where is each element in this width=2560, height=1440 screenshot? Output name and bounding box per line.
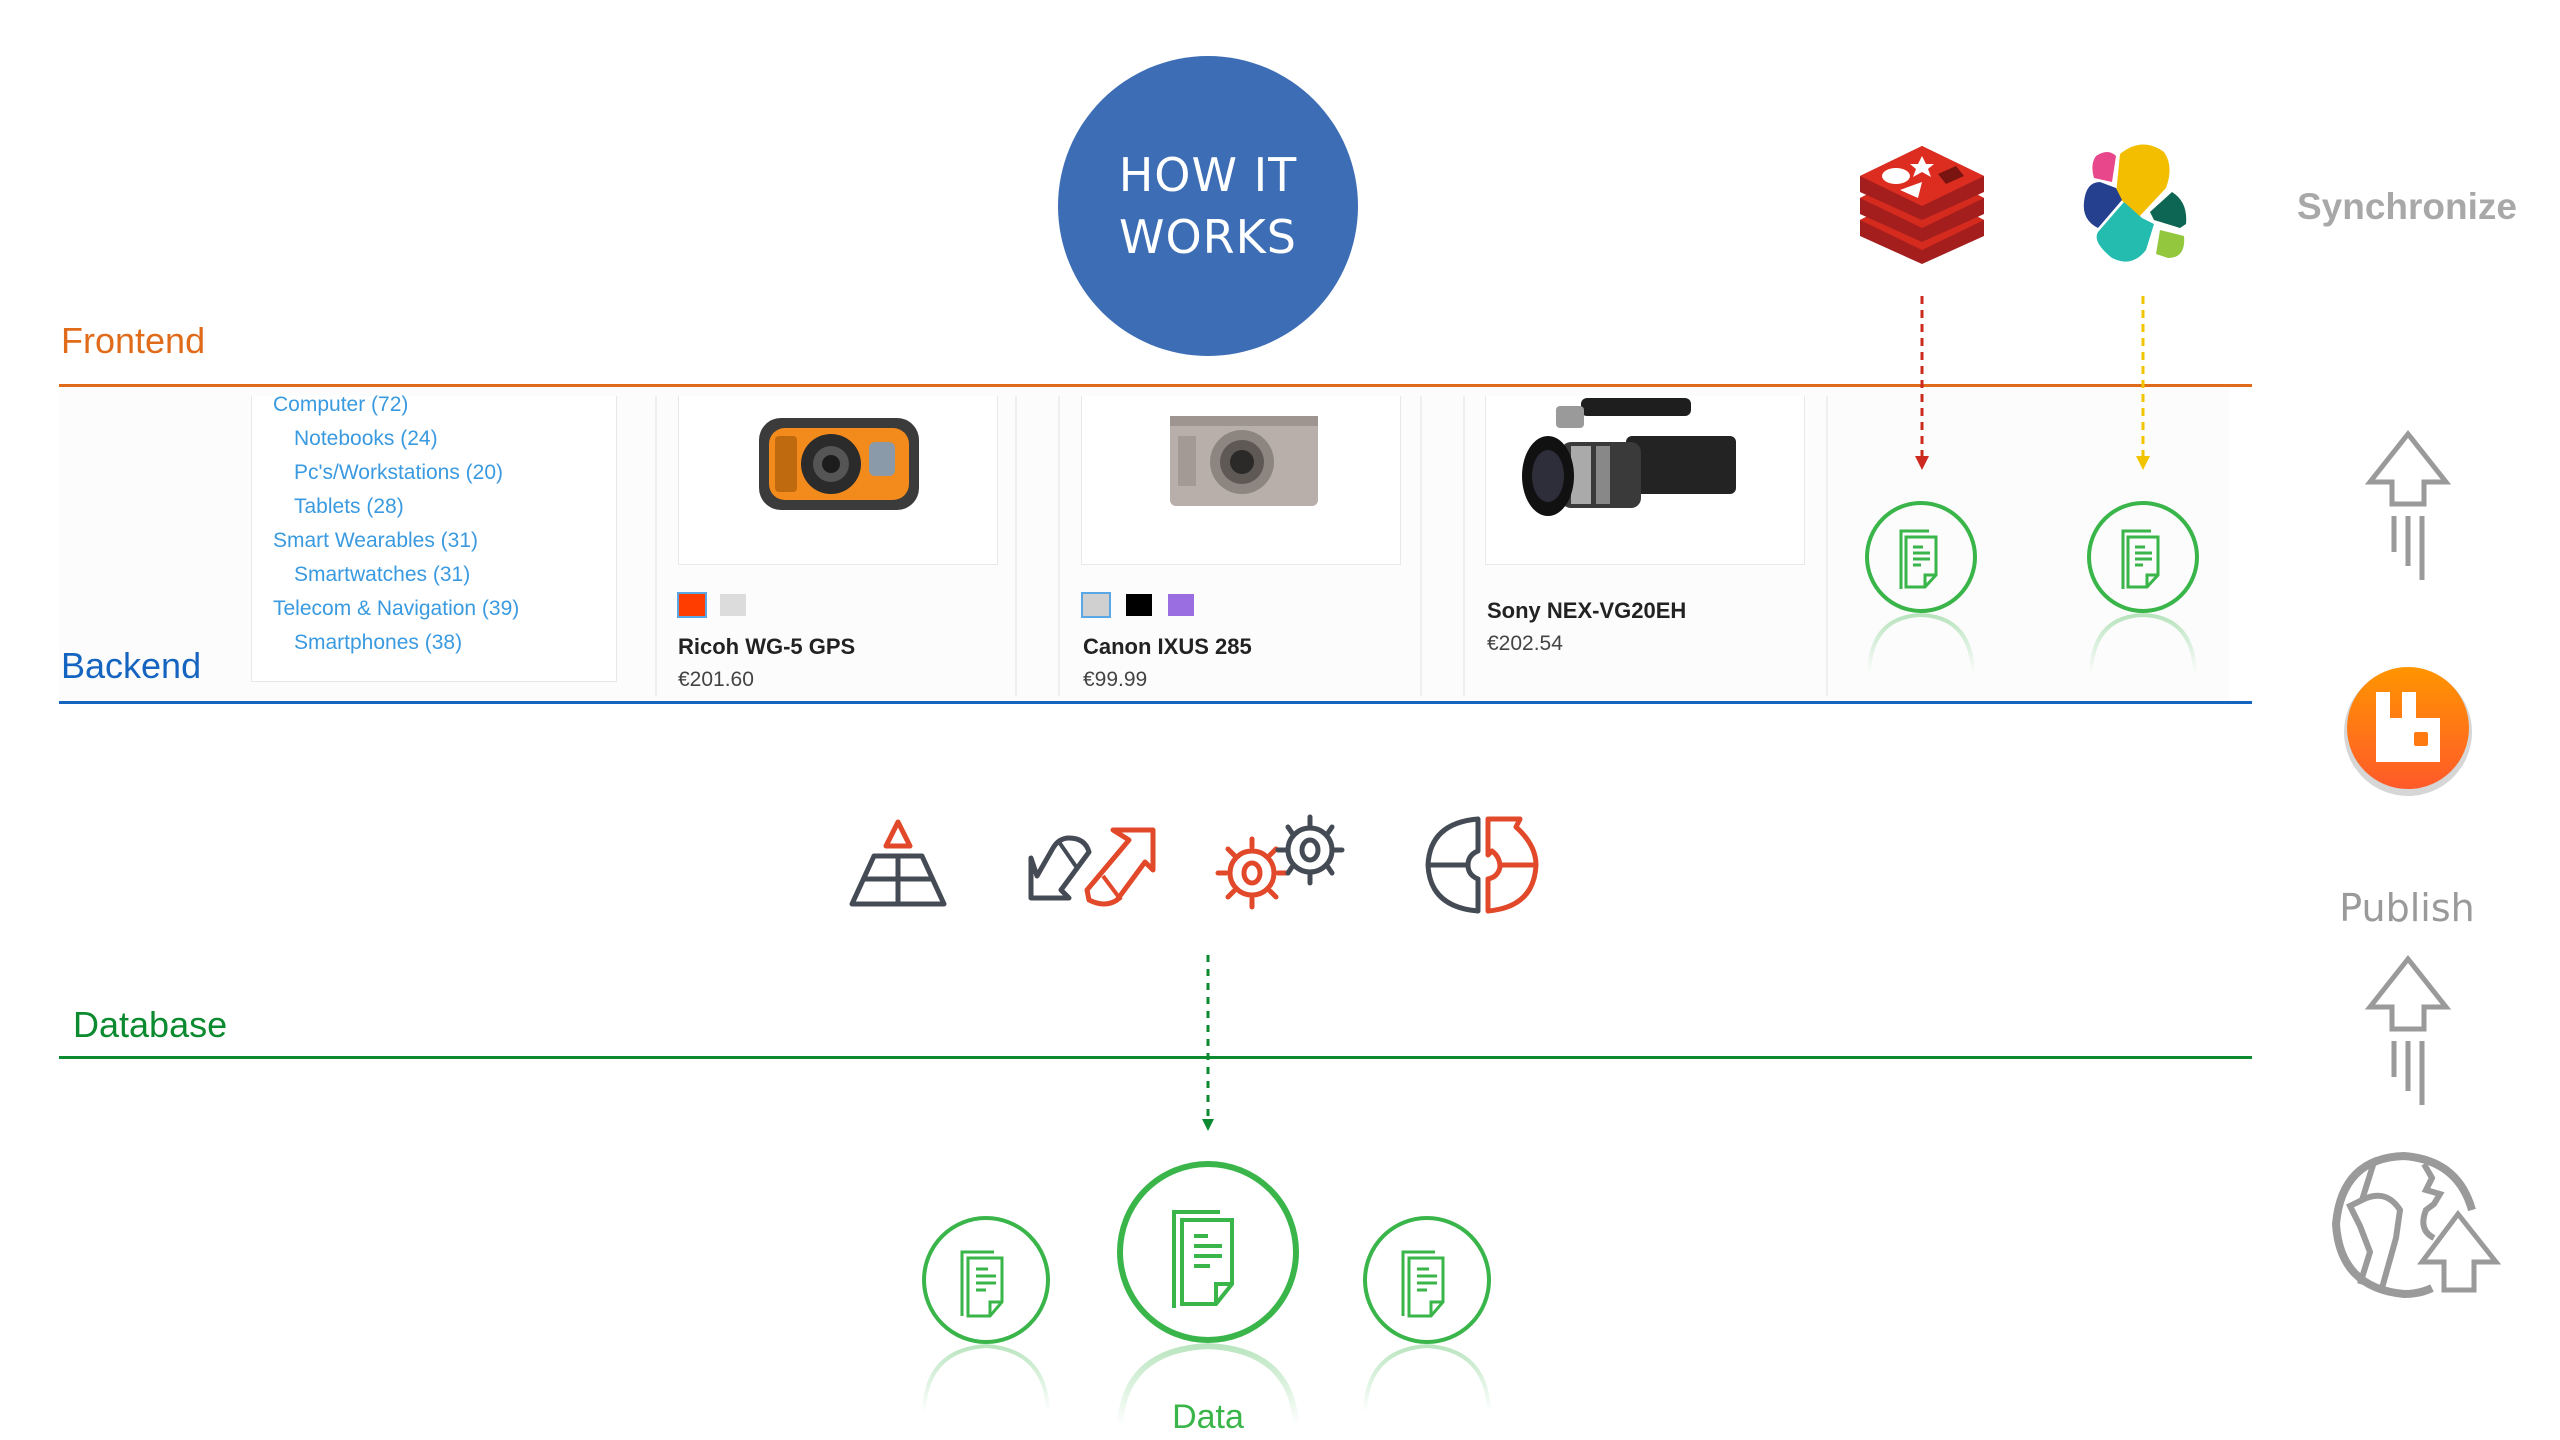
redis-logo — [1860, 146, 1984, 264]
publish-up-arrow-icon — [2364, 954, 2452, 1105]
elasticsearch-logo — [2083, 144, 2187, 262]
card-divider — [1420, 396, 1422, 696]
category-link[interactable]: Telecom & Navigation (39) — [273, 597, 519, 621]
exchange-arrows-icon — [1028, 827, 1156, 907]
redis-sync-arrow — [1915, 296, 1929, 470]
synchronize-up-arrow-icon — [2364, 429, 2452, 580]
product-name[interactable]: Ricoh WG-5 GPS — [678, 634, 855, 660]
elasticsearch-icon — [2083, 144, 2187, 262]
hero-line-2: WORKS — [1118, 210, 1298, 264]
product-image-frame[interactable] — [678, 396, 998, 565]
color-swatch-silver[interactable] — [1081, 592, 1111, 618]
card-divider — [1058, 396, 1060, 696]
document-icon — [1172, 1210, 1234, 1308]
product-price: €201.60 — [678, 668, 754, 691]
orange-rugged-camera-image — [759, 418, 919, 510]
data-document-node — [1363, 1216, 1491, 1413]
globe-upload-icon — [2331, 1151, 2502, 1299]
document-icon — [960, 1250, 1004, 1318]
redis-document-node — [1865, 501, 1977, 674]
database-sync-arrow — [1202, 955, 1214, 1131]
backend-label: Backend — [61, 645, 202, 686]
card-divider — [1826, 396, 1828, 696]
category-link[interactable]: Smart Wearables (31) — [273, 529, 478, 553]
data-document-node-main — [1117, 1161, 1299, 1427]
product-image-frame[interactable] — [1081, 396, 1401, 565]
color-swatch-gray[interactable] — [720, 594, 746, 616]
product-name[interactable]: Sony NEX-VG20EH — [1487, 598, 1686, 624]
hero-line-1: HOW IT — [1118, 148, 1298, 202]
backend-line — [59, 701, 2252, 704]
data-document-node — [922, 1216, 1050, 1413]
redis-icon — [1860, 146, 1984, 264]
publish-label: Publish — [2339, 886, 2475, 930]
rabbitmq-logo — [2344, 667, 2472, 796]
document-icon — [1899, 529, 1938, 589]
product-price: €99.99 — [1083, 668, 1148, 691]
category-link[interactable]: Computer (72) — [273, 393, 408, 417]
database-label: Database — [73, 1004, 228, 1045]
product-image-frame[interactable] — [1485, 396, 1805, 565]
product-price: €202.54 — [1487, 632, 1563, 655]
color-swatch-purple[interactable] — [1168, 594, 1194, 616]
category-link[interactable]: Notebooks (24) — [294, 427, 438, 451]
elastic-document-node — [2087, 501, 2199, 674]
category-link[interactable]: Tablets (28) — [294, 495, 404, 519]
database-line — [59, 1056, 2252, 1059]
data-label: Data — [1172, 1398, 1244, 1436]
category-link[interactable]: Smartphones (38) — [294, 631, 462, 655]
category-link[interactable]: Smartwatches (31) — [294, 563, 470, 587]
category-link[interactable]: Pc's/Workstations (20) — [294, 461, 503, 485]
black-camcorder-image — [1522, 398, 1736, 516]
product-name[interactable]: Canon IXUS 285 — [1083, 634, 1252, 660]
card-divider — [1463, 396, 1465, 696]
card-divider — [655, 396, 657, 696]
color-swatch-black[interactable] — [1126, 594, 1152, 616]
document-icon — [1401, 1250, 1445, 1318]
gears-icon — [1215, 814, 1345, 910]
puzzle-circle-icon — [1425, 816, 1539, 914]
card-divider — [1015, 396, 1017, 696]
silver-compact-camera-image — [1170, 416, 1318, 506]
color-swatch-orange[interactable] — [677, 592, 707, 618]
document-icon — [2121, 529, 2160, 589]
synchronize-label: Synchronize — [2297, 186, 2517, 227]
elastic-sync-arrow — [2136, 296, 2150, 470]
pyramid-icon — [849, 819, 947, 907]
how-it-works-badge: HOW IT WORKS — [1058, 56, 1358, 356]
frontend-label: Frontend — [61, 320, 206, 361]
